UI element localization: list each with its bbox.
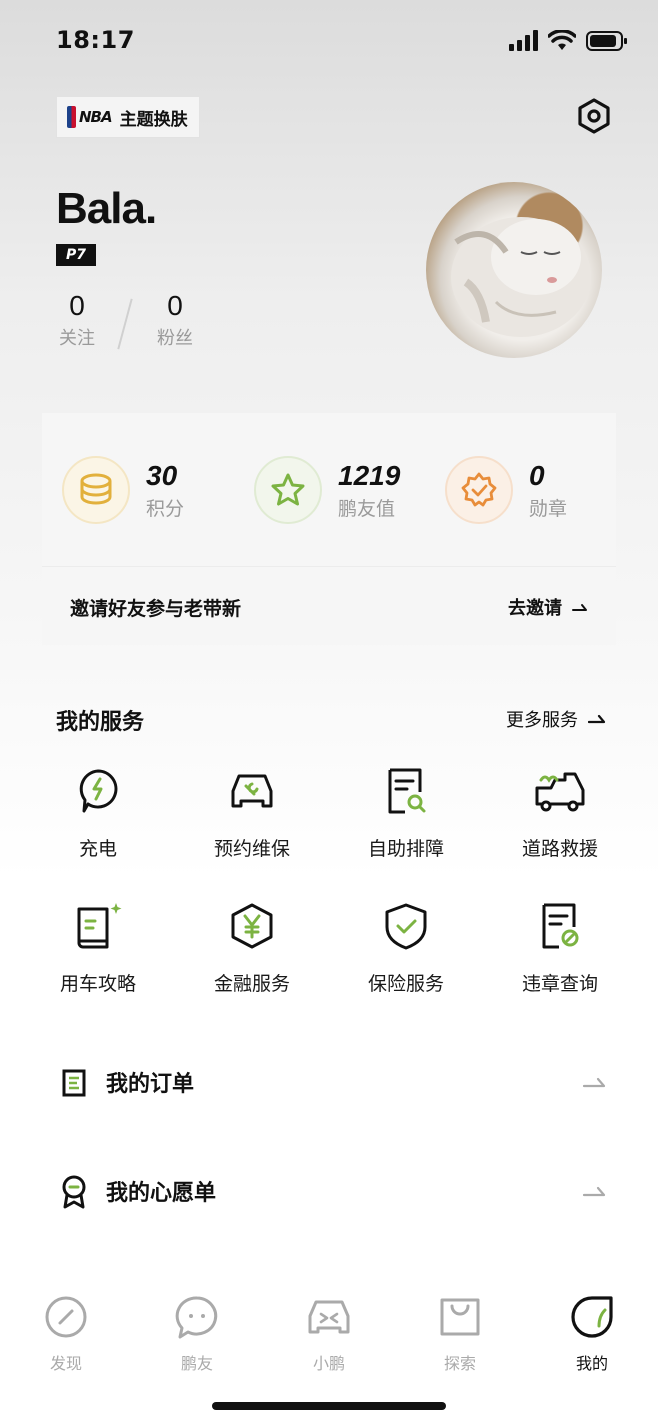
invite-text: 邀请好友参与老带新 — [70, 598, 242, 620]
tab-label: 鹏友 — [180, 1354, 213, 1373]
charging-icon — [79, 769, 118, 813]
car-model-badge: P7 — [56, 244, 97, 266]
tow-truck-icon — [535, 772, 585, 812]
avatar[interactable] — [426, 182, 602, 358]
coins-ring — [62, 456, 130, 524]
tab-friends[interactable]: 鹏友 — [157, 1294, 237, 1374]
medal-item[interactable]: 0 勋章 — [445, 456, 567, 524]
tab-label: 发现 — [49, 1354, 82, 1373]
star-ring — [254, 456, 322, 524]
car-icon — [308, 1300, 350, 1334]
guide-book-icon — [77, 903, 122, 949]
service-label: 自助排障 — [367, 838, 444, 860]
medal-icon — [461, 472, 497, 507]
my-orders-row[interactable]: 我的订单 — [56, 1052, 606, 1112]
diagnose-icon — [388, 768, 426, 814]
discover-icon — [45, 1296, 87, 1338]
points-item[interactable]: 30 积分 — [62, 456, 184, 524]
tab-xiaopeng[interactable]: 小鹏 — [289, 1294, 369, 1374]
services-title: 我的服务 — [56, 710, 145, 735]
my-wishlist-label: 我的心愿单 — [106, 1181, 217, 1206]
medal-ring — [445, 456, 513, 524]
service-label: 违章查询 — [521, 973, 598, 995]
coins-icon — [80, 473, 112, 505]
pengyou-value: 1219 — [338, 459, 401, 491]
service-road-rescue[interactable]: 道路救援 — [505, 766, 615, 861]
service-finance[interactable]: 金融服务 — [197, 901, 307, 996]
arrow-right-icon — [588, 714, 606, 724]
service-label: 充电 — [78, 838, 117, 860]
theme-skin-label: 主题换肤 — [119, 109, 188, 130]
home-indicator[interactable] — [212, 1402, 446, 1410]
chat-icon — [175, 1296, 218, 1339]
tab-mine[interactable]: 我的 — [552, 1294, 632, 1374]
arrow-right-icon — [582, 1186, 606, 1197]
tab-label: 小鹏 — [312, 1354, 345, 1373]
service-charging[interactable]: 充电 — [43, 766, 153, 861]
nba-logo-icon: NBA — [67, 106, 113, 128]
arrow-right-icon — [572, 604, 587, 611]
pengyou-value-item[interactable]: 1219 鹏友值 — [254, 456, 400, 524]
following-count: 0 — [69, 290, 85, 321]
more-services-label: 更多服务 — [506, 710, 578, 731]
followers-stat[interactable]: 0 粉丝 — [150, 290, 200, 350]
star-icon — [271, 473, 305, 506]
medal-value: 0 — [529, 459, 545, 491]
pengyou-label: 鹏友值 — [338, 497, 396, 520]
invite-button-label: 去邀请 — [508, 598, 562, 619]
service-car-guide[interactable]: 用车攻略 — [43, 901, 153, 996]
invite-button[interactable]: 去邀请 — [508, 594, 588, 620]
stat-divider — [117, 298, 133, 350]
battery-icon — [586, 31, 627, 51]
service-self-diagnose[interactable]: 自助排障 — [351, 766, 461, 861]
service-label: 预约维保 — [213, 838, 290, 860]
username: Bala. — [56, 184, 157, 233]
shopping-bag-icon — [440, 1298, 480, 1336]
card-divider — [42, 566, 616, 567]
order-icon — [62, 1069, 86, 1097]
more-services-button[interactable]: 更多服务 — [506, 706, 606, 732]
status-icons — [508, 30, 628, 52]
wifi-icon — [548, 30, 576, 50]
tab-explore[interactable]: 探索 — [420, 1294, 500, 1374]
service-label: 保险服务 — [367, 973, 444, 995]
wishlist-ribbon-icon — [62, 1175, 86, 1209]
service-label: 道路救援 — [521, 838, 598, 860]
tab-label: 我的 — [575, 1354, 608, 1373]
service-label: 金融服务 — [213, 973, 290, 995]
points-value: 30 — [146, 459, 178, 491]
cat-photo — [451, 217, 591, 337]
theme-skin-button[interactable]: NBA 主题换肤 — [56, 96, 200, 138]
tab-label: 探索 — [443, 1354, 476, 1373]
points-label: 积分 — [146, 497, 185, 520]
signal-icon — [509, 30, 538, 51]
following-label: 关注 — [59, 328, 95, 349]
service-label: 用车攻略 — [59, 973, 136, 995]
settings-icon[interactable] — [576, 98, 612, 134]
profile-leaf-icon — [571, 1296, 613, 1338]
followers-label: 粉丝 — [157, 328, 193, 349]
status-time: 18:17 — [56, 26, 135, 54]
service-insurance[interactable]: 保险服务 — [351, 901, 461, 996]
medal-label: 勋章 — [529, 497, 568, 520]
finance-icon — [231, 903, 273, 949]
tab-discover[interactable]: 发现 — [26, 1294, 106, 1374]
service-maintenance[interactable]: 预约维保 — [197, 766, 307, 861]
followers-count: 0 — [167, 290, 183, 321]
following-stat[interactable]: 0 关注 — [52, 290, 102, 350]
my-orders-label: 我的订单 — [106, 1072, 195, 1097]
insurance-shield-icon — [385, 903, 427, 950]
my-wishlist-row[interactable]: 我的心愿单 — [56, 1161, 606, 1221]
service-violation-query[interactable]: 违章查询 — [505, 901, 615, 996]
car-repair-icon — [231, 774, 273, 808]
arrow-right-icon — [582, 1077, 606, 1088]
violation-query-icon — [542, 903, 579, 949]
